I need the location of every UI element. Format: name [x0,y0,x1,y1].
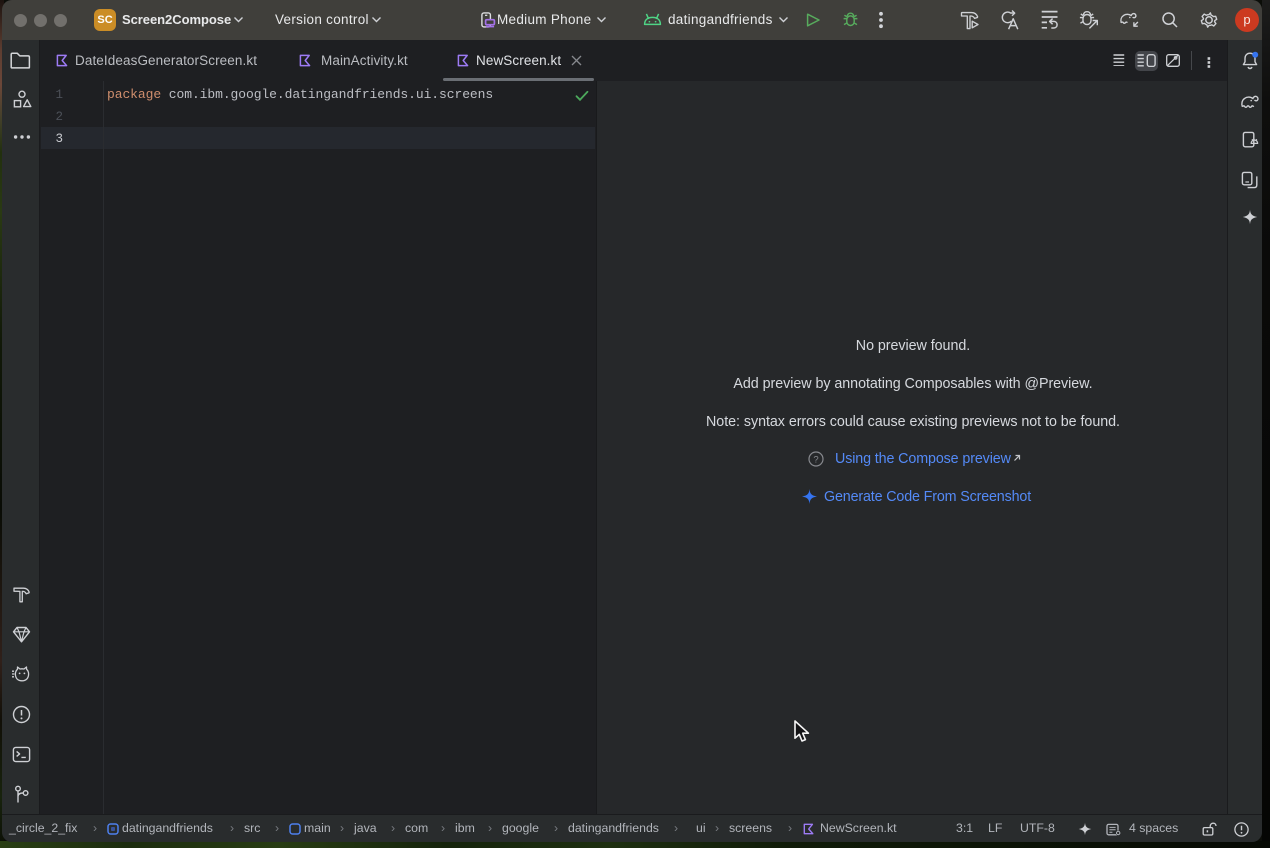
svg-text:?: ? [813,455,818,466]
